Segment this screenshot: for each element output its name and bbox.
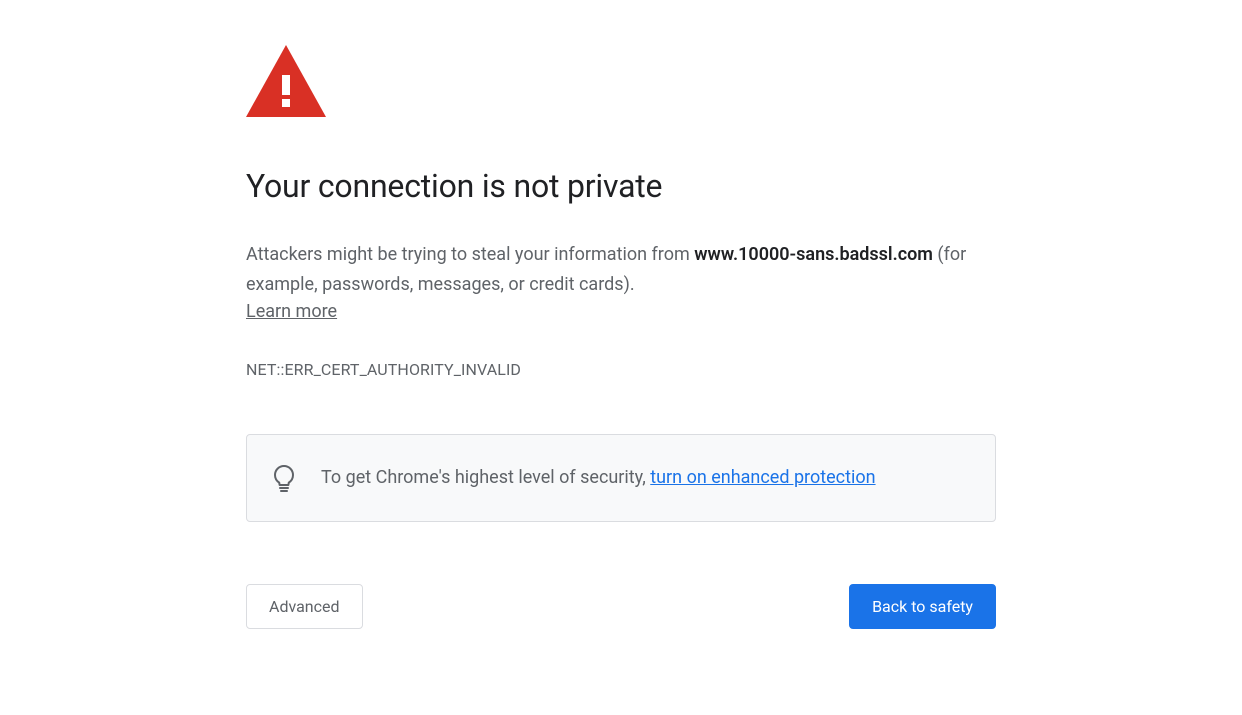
button-row: Advanced Back to safety <box>246 584 996 629</box>
lightbulb-icon <box>273 465 295 493</box>
description-prefix: Attackers might be trying to steal your … <box>246 244 694 265</box>
tip-text: To get Chrome's highest level of securit… <box>321 463 876 493</box>
learn-more-link[interactable]: Learn more <box>246 301 337 322</box>
page-title: Your connection is not private <box>246 167 996 205</box>
back-to-safety-button[interactable]: Back to safety <box>849 584 996 629</box>
ssl-interstitial-container: Your connection is not private Attackers… <box>246 0 996 629</box>
enhanced-protection-tip: To get Chrome's highest level of securit… <box>246 434 996 522</box>
tip-prefix: To get Chrome's highest level of securit… <box>321 467 650 488</box>
advanced-button[interactable]: Advanced <box>246 584 363 629</box>
error-code: NET::ERR_CERT_AUTHORITY_INVALID <box>246 360 996 379</box>
enhanced-protection-link[interactable]: turn on enhanced protection <box>650 467 875 488</box>
warning-triangle-icon <box>246 45 996 117</box>
description-host: www.10000-sans.badssl.com <box>694 244 933 265</box>
warning-description: Attackers might be trying to steal your … <box>246 240 996 299</box>
